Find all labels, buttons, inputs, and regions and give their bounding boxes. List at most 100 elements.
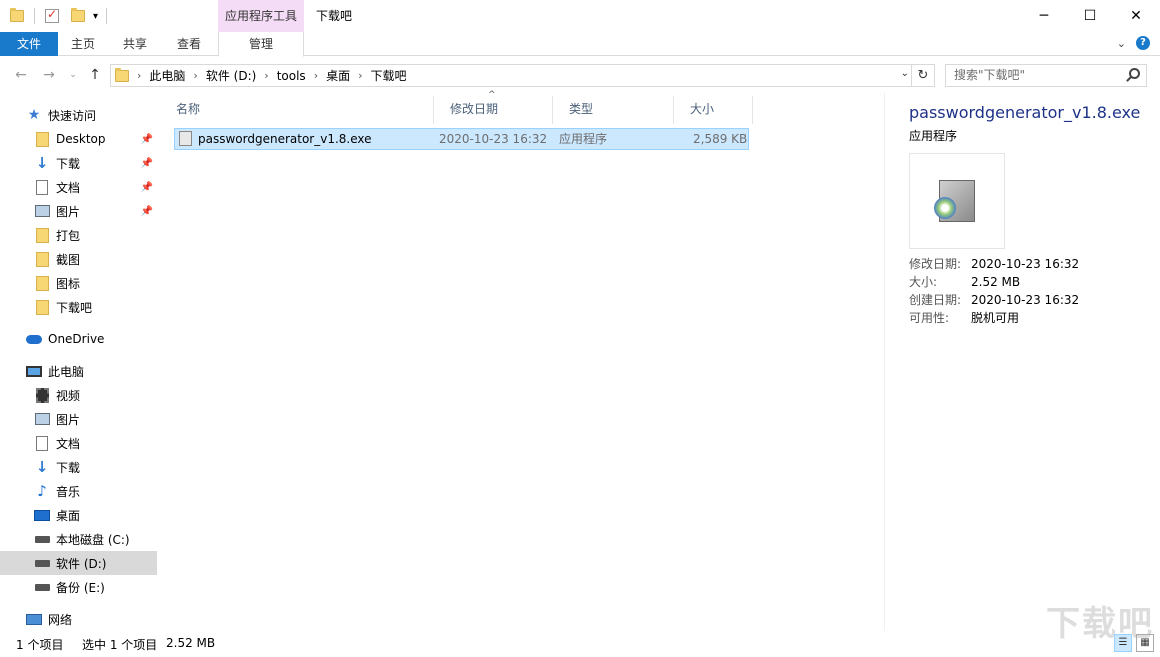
file-name: passwordgenerator_v1.8.exe bbox=[198, 132, 372, 146]
file-date: 2020-10-23 16:32 bbox=[439, 132, 548, 146]
sidebar-item-documents[interactable]: 文档 📌 bbox=[0, 175, 157, 199]
meta-created: 创建日期: 2020-10-23 16:32 bbox=[909, 291, 1079, 309]
folder-icon bbox=[35, 227, 49, 243]
file-name-cell: passwordgenerator_v1.8.exe bbox=[179, 129, 372, 149]
sidebar-item-music[interactable]: ♪ 音乐 bbox=[0, 479, 157, 503]
column-header-size[interactable]: 大小 bbox=[674, 96, 753, 124]
sidebar-item-label: OneDrive bbox=[48, 332, 105, 346]
column-header-name[interactable]: 名称 bbox=[160, 96, 434, 124]
sidebar-item-quick-access[interactable]: ★ 快速访问 bbox=[0, 103, 157, 127]
tab-view[interactable]: 查看 bbox=[164, 32, 214, 56]
sidebar-item-dabao[interactable]: 打包 bbox=[0, 223, 157, 247]
folder-icon bbox=[35, 299, 49, 315]
installer-icon bbox=[934, 180, 975, 222]
picture-icon bbox=[34, 413, 50, 425]
pin-icon[interactable]: 📌 bbox=[141, 182, 153, 193]
sidebar-item-tubiao[interactable]: 图标 bbox=[0, 271, 157, 295]
chevron-down-icon[interactable]: ⌄ bbox=[901, 68, 909, 79]
table-row[interactable]: passwordgenerator_v1.8.exe 2020-10-23 16… bbox=[174, 128, 749, 150]
folder-icon bbox=[35, 131, 49, 147]
tab-file[interactable]: 文件 bbox=[0, 32, 58, 56]
sidebar-item-pc-documents[interactable]: 文档 bbox=[0, 431, 157, 455]
star-icon: ★ bbox=[27, 107, 41, 123]
breadcrumb-this-pc[interactable]: 此电脑 bbox=[143, 67, 191, 84]
file-type: 应用程序 bbox=[559, 132, 608, 146]
sidebar-item-label: 打包 bbox=[56, 228, 81, 243]
pin-icon[interactable]: 📌 bbox=[141, 134, 153, 145]
details-view-icon[interactable]: ☰ bbox=[1114, 634, 1132, 652]
help-icon[interactable]: ? bbox=[1136, 36, 1150, 50]
sidebar-item-drive-c[interactable]: 本地磁盘 (C:) bbox=[0, 527, 157, 551]
column-header-type[interactable]: 类型 bbox=[553, 96, 674, 124]
chevron-right-icon[interactable]: › bbox=[135, 69, 143, 82]
meta-size: 大小: 2.52 MB bbox=[909, 273, 1020, 291]
search-input[interactable]: 搜索"下载吧" bbox=[945, 64, 1147, 87]
chevron-right-icon[interactable]: › bbox=[312, 69, 320, 82]
chevron-right-icon[interactable]: › bbox=[262, 69, 270, 82]
pin-icon[interactable]: 📌 bbox=[141, 206, 153, 217]
sidebar-item-label: 下载吧 bbox=[56, 300, 93, 315]
column-header-date[interactable]: 修改日期 bbox=[434, 96, 553, 124]
search-icon[interactable] bbox=[1129, 68, 1140, 79]
tab-share[interactable]: 共享 bbox=[110, 32, 160, 56]
sidebar-item-onedrive[interactable]: OneDrive bbox=[0, 327, 157, 351]
large-icons-view-icon[interactable]: ▦ bbox=[1136, 634, 1154, 652]
sidebar-item-this-pc[interactable]: 此电脑 bbox=[0, 359, 157, 383]
close-button[interactable]: ✕ bbox=[1113, 0, 1159, 32]
back-arrow-icon[interactable]: ← bbox=[12, 66, 30, 84]
chevron-right-icon[interactable]: › bbox=[191, 69, 199, 82]
drive-icon bbox=[34, 583, 50, 591]
forward-arrow-icon[interactable]: → bbox=[40, 66, 58, 84]
download-arrow-icon: ↓ bbox=[35, 154, 49, 172]
ribbon-right-controls: ⌄ ? bbox=[1117, 36, 1150, 50]
file-size: 2,589 KB bbox=[693, 132, 748, 146]
picture-icon bbox=[34, 205, 50, 217]
recent-locations-icon[interactable]: ⌄ bbox=[64, 66, 82, 84]
sidebar-item-pc-downloads[interactable]: ↓ 下载 bbox=[0, 455, 157, 479]
new-folder-icon[interactable] bbox=[71, 8, 85, 22]
sidebar-item-desktop[interactable]: Desktop 📌 bbox=[0, 127, 157, 151]
meta-value: 2.52 MB bbox=[971, 275, 1021, 289]
maximize-button[interactable]: ☐ bbox=[1067, 0, 1113, 32]
minimize-button[interactable]: ─ bbox=[1021, 0, 1067, 32]
tab-home[interactable]: 主页 bbox=[58, 32, 108, 56]
customize-dropdown-icon[interactable]: ▾ bbox=[93, 11, 98, 22]
refresh-icon[interactable]: ↻ bbox=[912, 64, 935, 87]
folder-icon bbox=[10, 8, 24, 22]
up-arrow-icon[interactable]: ↑ bbox=[86, 66, 104, 84]
network-icon bbox=[26, 613, 42, 625]
meta-value: 脱机可用 bbox=[971, 311, 1020, 325]
sidebar-item-videos[interactable]: 视频 bbox=[0, 383, 157, 407]
sidebar-item-label: 本地磁盘 (C:) bbox=[56, 532, 130, 547]
pin-icon[interactable]: 📌 bbox=[141, 158, 153, 169]
exe-file-icon bbox=[179, 131, 192, 146]
sidebar-item-downloads[interactable]: ↓ 下载 📌 bbox=[0, 151, 157, 175]
quick-access-toolbar: ▾ bbox=[10, 6, 108, 26]
sidebar-item-drive-e[interactable]: 备份 (E:) bbox=[0, 575, 157, 599]
properties-icon[interactable] bbox=[45, 7, 59, 23]
breadcrumb-drive-d[interactable]: 软件 (D:) bbox=[200, 67, 262, 84]
chevron-right-icon[interactable]: › bbox=[356, 69, 364, 82]
sidebar-item-network[interactable]: 网络 bbox=[0, 607, 157, 631]
sidebar-item-pc-desktop[interactable]: 桌面 bbox=[0, 503, 157, 527]
file-list: 名称 修改日期 ^ 类型 大小 passwordgenerator_v1.8.e… bbox=[160, 90, 884, 631]
view-switcher: ☰ ▦ bbox=[1114, 634, 1154, 652]
sidebar-item-xiazaiba[interactable]: 下载吧 bbox=[0, 295, 157, 319]
sidebar-item-label: 网络 bbox=[48, 612, 73, 627]
context-tab-app-tools[interactable]: 应用程序工具 bbox=[218, 0, 304, 32]
sidebar-item-jietu[interactable]: 截图 bbox=[0, 247, 157, 271]
meta-modified: 修改日期: 2020-10-23 16:32 bbox=[909, 255, 1079, 273]
expand-ribbon-icon[interactable]: ⌄ bbox=[1117, 37, 1126, 50]
sidebar-item-pictures[interactable]: 图片 📌 bbox=[0, 199, 157, 223]
breadcrumb-xiazaiba[interactable]: 下载吧 bbox=[365, 67, 413, 84]
preview-filename: passwordgenerator_v1.8.exe bbox=[909, 103, 1141, 122]
breadcrumb-tools[interactable]: tools bbox=[271, 69, 312, 83]
address-bar[interactable]: › 此电脑 › 软件 (D:) › tools › 桌面 › 下载吧 ⌄ bbox=[110, 64, 912, 87]
sidebar-item-drive-d[interactable]: 软件 (D:) bbox=[0, 551, 157, 575]
sidebar-item-label: 音乐 bbox=[56, 484, 81, 499]
breadcrumb-desktop[interactable]: 桌面 bbox=[320, 67, 356, 84]
tab-manage[interactable]: 管理 bbox=[218, 32, 304, 57]
sidebar-item-label: 下载 bbox=[56, 460, 81, 475]
sidebar-item-pc-pictures[interactable]: 图片 bbox=[0, 407, 157, 431]
status-bar: 1 个项目 选中 1 个项目 2.52 MB ☰ ▦ bbox=[0, 631, 1160, 657]
